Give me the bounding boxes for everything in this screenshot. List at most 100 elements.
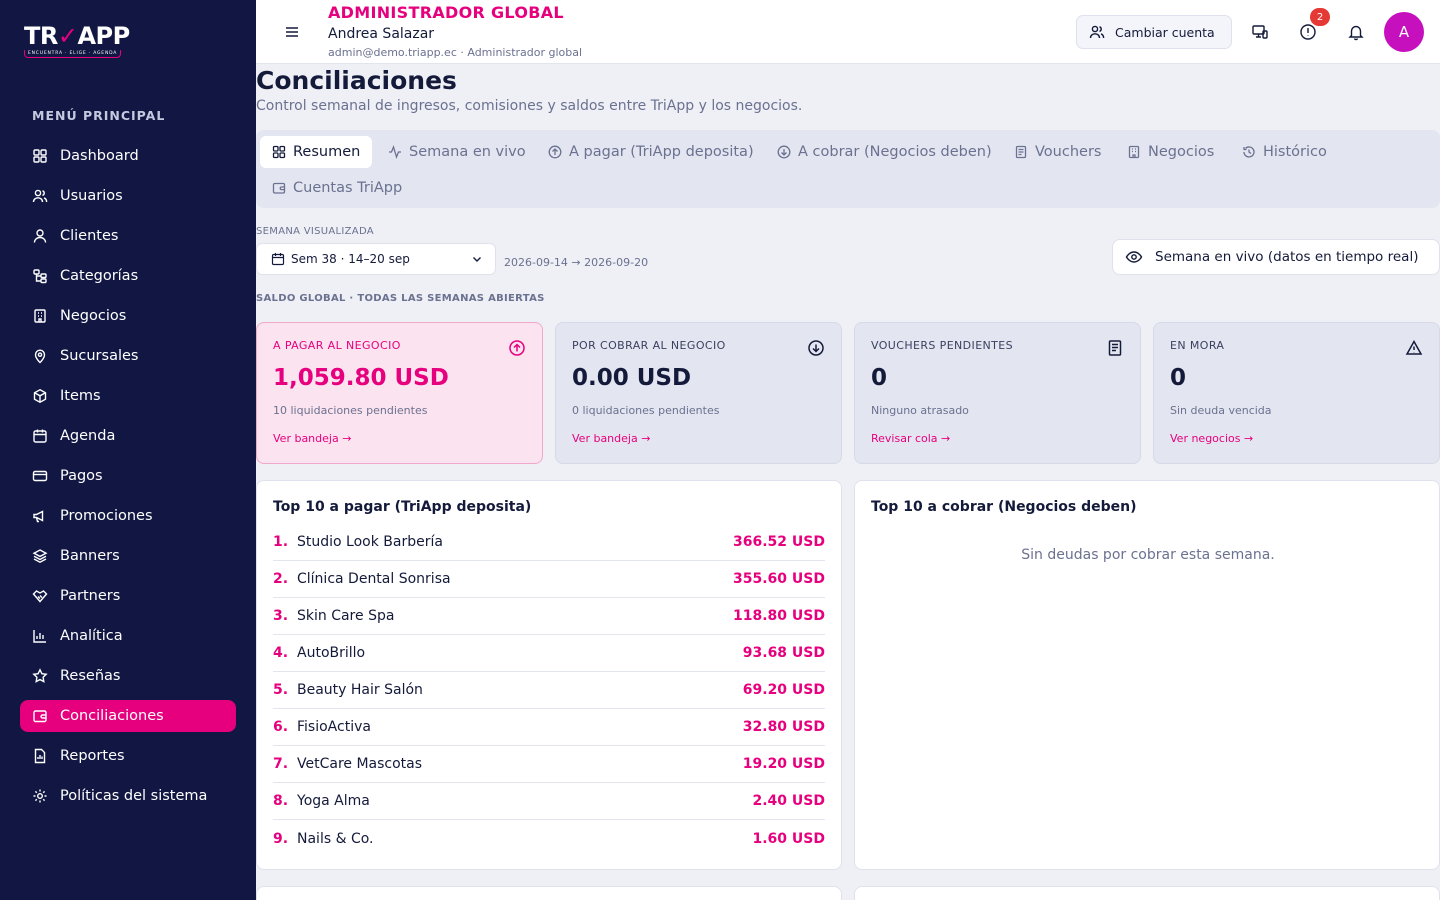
kpi-value: 0 — [871, 365, 888, 391]
list-item[interactable]: 7. VetCare Mascotas 19.20 USD — [273, 746, 825, 783]
sidebar-item-label: Usuarios — [60, 188, 123, 204]
categories-icon — [32, 268, 48, 284]
sidebar-nav: Dashboard Usuarios Clientes Categorías N… — [20, 140, 236, 820]
page-title: Conciliaciones — [256, 66, 457, 95]
business-name: AutoBrillo — [297, 645, 366, 661]
sidebar-item-label: Categorías — [60, 268, 139, 284]
warning-triangle-icon — [1405, 339, 1423, 357]
rank-number: 6. — [273, 719, 289, 735]
sidebar-item-label: Sucursales — [60, 348, 139, 364]
sidebar-item-politicas[interactable]: Políticas del sistema — [20, 780, 236, 812]
switch-account-button[interactable]: Cambiar cuenta — [1076, 15, 1232, 49]
tab-resumen[interactable]: Resumen — [260, 136, 373, 168]
sidebar-item-agenda[interactable]: Agenda — [20, 420, 236, 452]
amount: 32.80 USD — [742, 719, 825, 735]
devices-icon[interactable] — [1250, 22, 1270, 42]
tab-a-cobrar[interactable]: A cobrar (Negocios deben) — [765, 136, 1004, 168]
tab-historico[interactable]: Histórico — [1230, 136, 1339, 168]
kpi-subtitle: Sin deuda vencida — [1170, 404, 1272, 417]
sidebar-item-label: Reseñas — [60, 668, 121, 684]
panel-title: Top 10 a cobrar (Negocios deben) — [871, 499, 1137, 515]
tab-label: Negocios — [1148, 144, 1215, 160]
amount: 19.20 USD — [742, 756, 825, 772]
kpi-link[interactable]: Ver bandeja → — [572, 432, 650, 445]
week-select[interactable]: Sem 38 · 14–20 sep — [256, 243, 496, 275]
list-item[interactable]: 1. Studio Look Barbería 366.52 USD — [273, 524, 825, 561]
top-collect-panel: Top 10 a cobrar (Negocios deben) Sin deu… — [854, 480, 1440, 870]
main-content: Conciliaciones Control semanal de ingres… — [256, 64, 1440, 900]
rank-number: 4. — [273, 645, 289, 661]
sidebar-item-banners[interactable]: Banners — [20, 540, 236, 572]
sidebar-item-dashboard[interactable]: Dashboard — [20, 140, 236, 172]
gear-icon — [32, 788, 48, 804]
sidebar-item-categorias[interactable]: Categorías — [20, 260, 236, 292]
kpi-subtitle: Ninguno atrasado — [871, 404, 969, 417]
avatar[interactable]: A — [1384, 12, 1424, 52]
sidebar-item-usuarios[interactable]: Usuarios — [20, 180, 236, 212]
kpi-link[interactable]: Revisar cola → — [871, 432, 950, 445]
list-item[interactable]: 9. Nails & Co. 1.60 USD — [273, 820, 825, 857]
list-item[interactable]: 3. Skin Care Spa 118.80 USD — [273, 598, 825, 635]
business-name: Studio Look Barbería — [297, 534, 443, 550]
business-name: Nails & Co. — [297, 830, 374, 847]
layers-icon — [32, 548, 48, 564]
business-name: VetCare Mascotas — [297, 756, 423, 772]
sidebar-item-label: Pagos — [60, 468, 103, 484]
bell-icon[interactable] — [1346, 22, 1366, 42]
credit-card-icon — [32, 468, 48, 484]
kpi-value: 0 — [1170, 365, 1187, 391]
sidebar-item-label: Negocios — [60, 308, 127, 324]
kpi-subtitle: 0 liquidaciones pendientes — [572, 404, 720, 417]
business-name: Clínica Dental Sonrisa — [297, 571, 451, 587]
list-item[interactable]: 5. Beauty Hair Salón 69.20 USD — [273, 672, 825, 709]
sidebar-item-negocios[interactable]: Negocios — [20, 300, 236, 332]
kpi-title: VOUCHERS PENDIENTES — [871, 339, 1014, 352]
sidebar-item-clientes[interactable]: Clientes — [20, 220, 236, 252]
app-logo[interactable]: TR✓APP ENCUENTRA · ELIGE · AGENDA — [24, 22, 134, 62]
alerts-badge: 2 — [1310, 8, 1330, 26]
tab-label: Histórico — [1263, 144, 1327, 160]
sidebar-item-label: Analítica — [60, 628, 123, 644]
list-item[interactable]: 2. Clínica Dental Sonrisa 355.60 USD — [273, 561, 825, 598]
sidebar-item-reportes[interactable]: Reportes — [20, 740, 236, 772]
sidebar-item-analitica[interactable]: Analítica — [20, 620, 236, 652]
arrow-up-circle-icon — [548, 145, 562, 159]
menu-toggle-icon[interactable] — [284, 24, 300, 40]
tab-vouchers[interactable]: Vouchers — [1002, 136, 1113, 168]
sidebar-item-label: Reportes — [60, 748, 125, 764]
arrow-down-circle-icon — [807, 339, 825, 357]
amount: 2.40 USD — [752, 793, 826, 809]
tab-a-pagar[interactable]: A pagar (TriApp deposita) — [536, 136, 766, 168]
sidebar-item-promociones[interactable]: Promociones — [20, 500, 236, 532]
list-item[interactable]: 6. FisioActiva 32.80 USD — [273, 709, 825, 746]
kpi-title: A PAGAR AL NEGOCIO — [273, 339, 401, 352]
tab-semana-en-vivo[interactable]: Semana en vivo — [376, 136, 538, 168]
sidebar-item-conciliaciones[interactable]: Conciliaciones — [20, 700, 236, 732]
sidebar-item-partners[interactable]: Partners — [20, 580, 236, 612]
rank-number: 1. — [273, 534, 289, 550]
live-week-button[interactable]: Semana en vivo (datos en tiempo real) — [1112, 239, 1440, 275]
page-subtitle: Control semanal de ingresos, comisiones … — [256, 98, 803, 114]
kpi-link[interactable]: Ver negocios → — [1170, 432, 1253, 445]
sidebar-item-pagos[interactable]: Pagos — [20, 460, 236, 492]
kpi-card-por-cobrar: POR COBRAR AL NEGOCIO 0.00 USD 0 liquida… — [555, 322, 842, 464]
sidebar-item-items[interactable]: Items — [20, 380, 236, 412]
kpi-link[interactable]: Ver bandeja → — [273, 432, 351, 445]
sidebar-item-resenas[interactable]: Reseñas — [20, 660, 236, 692]
list-item[interactable]: 4. AutoBrillo 93.68 USD — [273, 635, 825, 672]
document-icon — [1106, 339, 1124, 357]
tab-negocios[interactable]: Negocios — [1115, 136, 1226, 168]
kpi-title: EN MORA — [1170, 339, 1225, 352]
document-icon — [1014, 145, 1028, 159]
building-icon — [32, 308, 48, 324]
tab-cuentas-triapp[interactable]: Cuentas TriApp — [260, 172, 414, 204]
users-icon — [32, 188, 48, 204]
rank-number: 7. — [273, 756, 289, 772]
sidebar-item-label: Clientes — [60, 228, 119, 244]
sidebar-item-sucursales[interactable]: Sucursales — [20, 340, 236, 372]
list-item[interactable]: 8. Yoga Alma 2.40 USD — [273, 783, 825, 820]
sidebar-item-label: Políticas del sistema — [60, 788, 208, 804]
rank-number: 2. — [273, 571, 289, 587]
user-role: ADMINISTRADOR GLOBAL — [328, 3, 564, 22]
report-icon — [32, 748, 48, 764]
